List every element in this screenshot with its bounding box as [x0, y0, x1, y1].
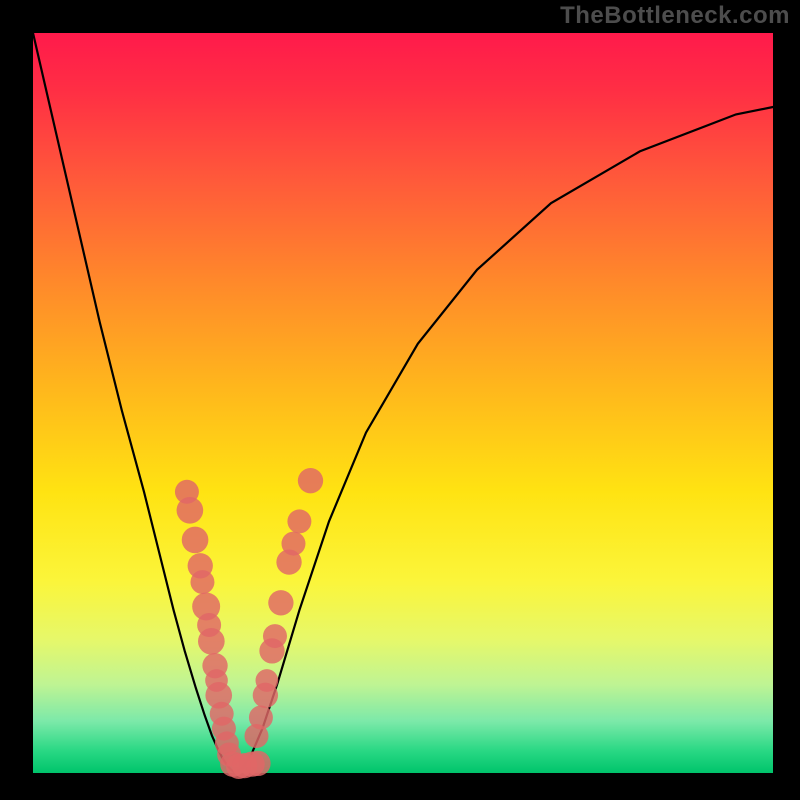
data-marker	[298, 468, 323, 493]
series-group	[33, 33, 773, 772]
chart-frame: TheBottleneck.com	[0, 0, 800, 800]
plot-svg	[33, 33, 773, 773]
data-marker	[268, 590, 293, 615]
data-marker	[198, 628, 225, 655]
series-right-curve	[235, 107, 773, 772]
data-marker	[256, 669, 279, 692]
data-marker	[249, 706, 273, 730]
watermark-text: TheBottleneck.com	[560, 2, 790, 30]
data-marker	[245, 751, 270, 776]
marker-group	[175, 468, 323, 779]
data-marker	[177, 497, 204, 524]
data-marker	[281, 532, 305, 556]
data-marker	[263, 624, 287, 648]
plot-area	[33, 33, 773, 773]
data-marker	[287, 509, 311, 533]
data-marker	[190, 570, 214, 594]
data-marker	[182, 527, 209, 554]
